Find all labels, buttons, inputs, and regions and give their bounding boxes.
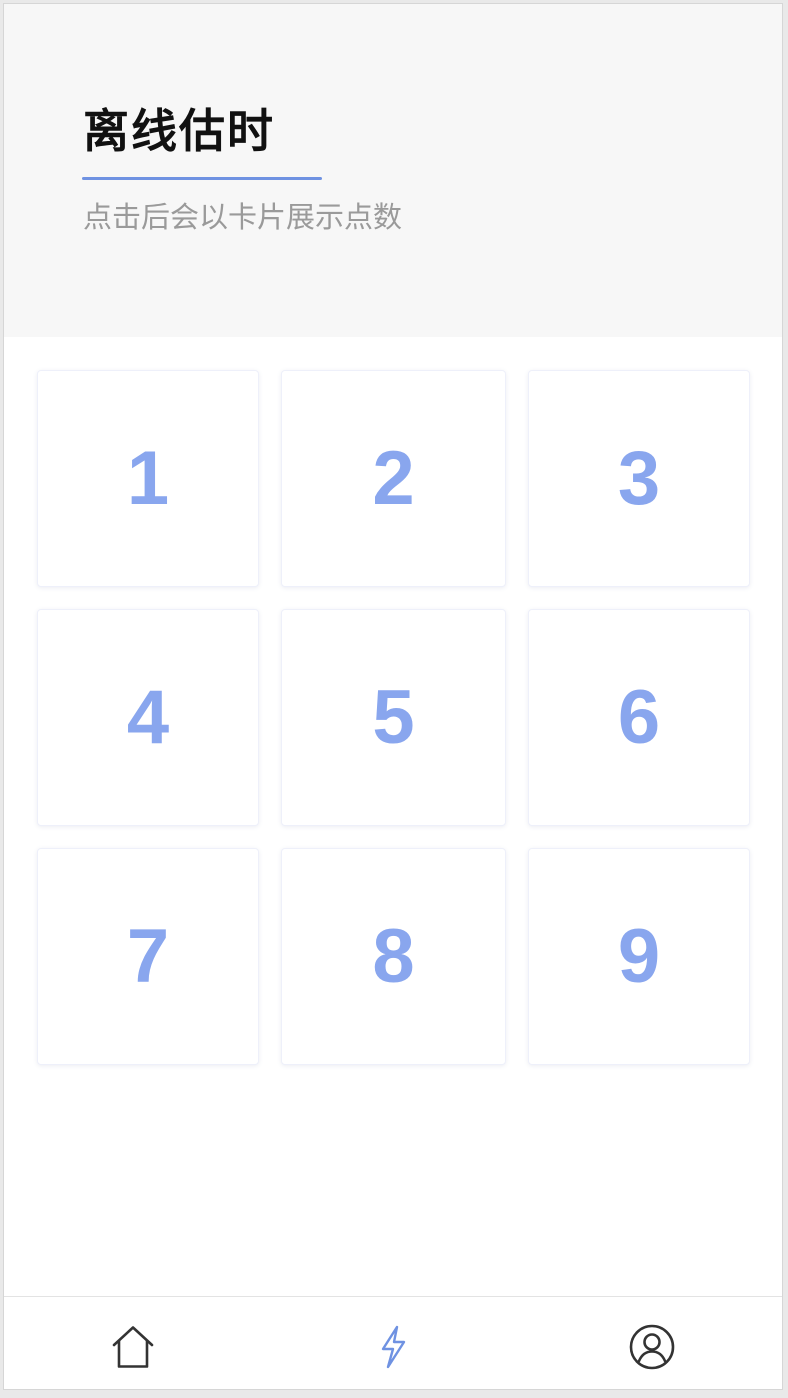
estimation-card-5[interactable]: 5 [281,609,506,826]
page-title: 离线估时 [83,104,275,158]
lightning-icon [373,1324,413,1370]
card-number: 2 [372,435,415,521]
card-number: 9 [617,913,661,999]
estimation-card-4[interactable]: 4 [37,609,259,826]
card-number: 1 [126,435,170,521]
tab-profile[interactable] [628,1323,676,1371]
estimation-card-6[interactable]: 6 [528,609,750,826]
page-subtitle: 点击后会以卡片展示点数 [83,200,403,234]
card-number: 4 [126,674,170,760]
user-icon [628,1323,676,1371]
estimation-card-grid: 1 2 3 4 5 6 7 8 9 [37,370,750,1065]
bottom-tab-bar [4,1296,782,1389]
card-number: 7 [126,913,170,999]
estimation-card-9[interactable]: 9 [528,848,750,1065]
card-number: 6 [617,674,661,760]
estimation-card-3[interactable]: 3 [528,370,750,587]
estimation-card-1[interactable]: 1 [37,370,259,587]
app-screen: 离线估时 点击后会以卡片展示点数 1 2 3 4 5 6 7 8 9 [3,3,783,1390]
estimation-card-7[interactable]: 7 [37,848,259,1065]
card-number: 5 [372,674,415,760]
home-icon [110,1324,156,1370]
page-header: 离线估时 点击后会以卡片展示点数 [4,4,782,337]
card-number: 8 [372,913,415,999]
tab-home[interactable] [109,1323,157,1371]
card-number: 3 [617,435,661,521]
title-underline [82,177,322,180]
estimation-card-2[interactable]: 2 [281,370,506,587]
estimation-card-8[interactable]: 8 [281,848,506,1065]
tab-estimate[interactable] [369,1323,417,1371]
